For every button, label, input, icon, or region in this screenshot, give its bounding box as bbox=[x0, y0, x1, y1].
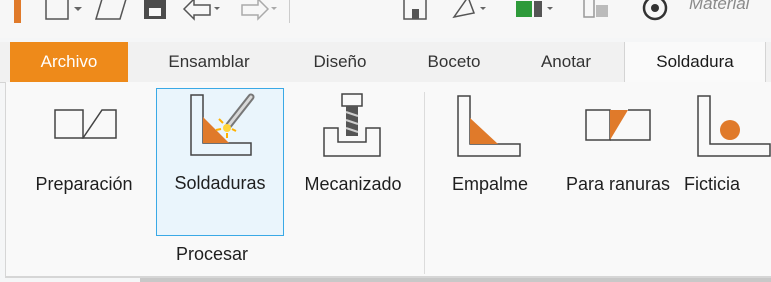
tab-boceto[interactable]: Boceto bbox=[406, 42, 502, 82]
group-label-procesar: Procesar bbox=[176, 244, 249, 264]
horizontal-scrollbar[interactable] bbox=[140, 278, 771, 282]
undo-icon[interactable] bbox=[180, 0, 220, 26]
app-menu-icon[interactable] bbox=[8, 0, 28, 26]
ficticia-label: Ficticia bbox=[684, 174, 741, 194]
mecanizado-label: Mecanizado bbox=[304, 174, 402, 194]
groove-weld-icon bbox=[584, 92, 654, 157]
machining-mill-icon bbox=[320, 92, 384, 167]
tab-soldadura[interactable]: Soldadura bbox=[624, 42, 766, 83]
tab-diseno[interactable]: Diseño bbox=[290, 42, 390, 82]
save-icon[interactable] bbox=[140, 0, 170, 26]
preparacion-label: Preparación bbox=[35, 174, 133, 194]
soldaduras-button[interactable]: Soldaduras bbox=[156, 88, 284, 236]
preparacion-button[interactable]: Preparación bbox=[18, 88, 150, 236]
empalme-button[interactable]: Empalme bbox=[434, 88, 546, 236]
para-ranuras-button[interactable]: Para ranuras bbox=[548, 88, 688, 236]
appearance-icon[interactable] bbox=[512, 0, 556, 26]
tab-archivo[interactable]: Archivo bbox=[10, 42, 128, 82]
ficticia-button[interactable]: Ficticia bbox=[684, 88, 771, 236]
material-icon[interactable] bbox=[640, 0, 670, 26]
fillet-weld-icon bbox=[454, 92, 526, 167]
tab-anotar[interactable]: Anotar bbox=[520, 42, 612, 82]
quick-access-toolbar: Material bbox=[0, 0, 771, 38]
new-file-icon[interactable] bbox=[42, 0, 82, 26]
redo-icon[interactable] bbox=[238, 0, 278, 26]
home-icon[interactable] bbox=[400, 0, 430, 26]
empalme-label: Empalme bbox=[451, 174, 529, 194]
weld-bead-icon bbox=[183, 91, 259, 166]
group-separator bbox=[424, 92, 425, 274]
para-ranuras-label: Para ranuras bbox=[565, 174, 671, 194]
parameters-icon[interactable] bbox=[580, 0, 614, 26]
mecanizado-button[interactable]: Mecanizado bbox=[288, 88, 418, 236]
ribbon-tab-bar: Archivo Ensamblar Diseño Boceto Anotar S… bbox=[0, 42, 771, 83]
select-icon[interactable] bbox=[448, 0, 488, 26]
material-selector-text[interactable]: Material bbox=[689, 0, 749, 14]
weld-preparation-icon bbox=[52, 92, 118, 157]
tab-ensamblar[interactable]: Ensamblar bbox=[144, 42, 274, 82]
toolbar-separator bbox=[288, 0, 292, 26]
cosmetic-weld-icon bbox=[694, 92, 771, 167]
open-icon[interactable] bbox=[92, 0, 128, 26]
soldaduras-label: Soldaduras bbox=[174, 173, 266, 193]
